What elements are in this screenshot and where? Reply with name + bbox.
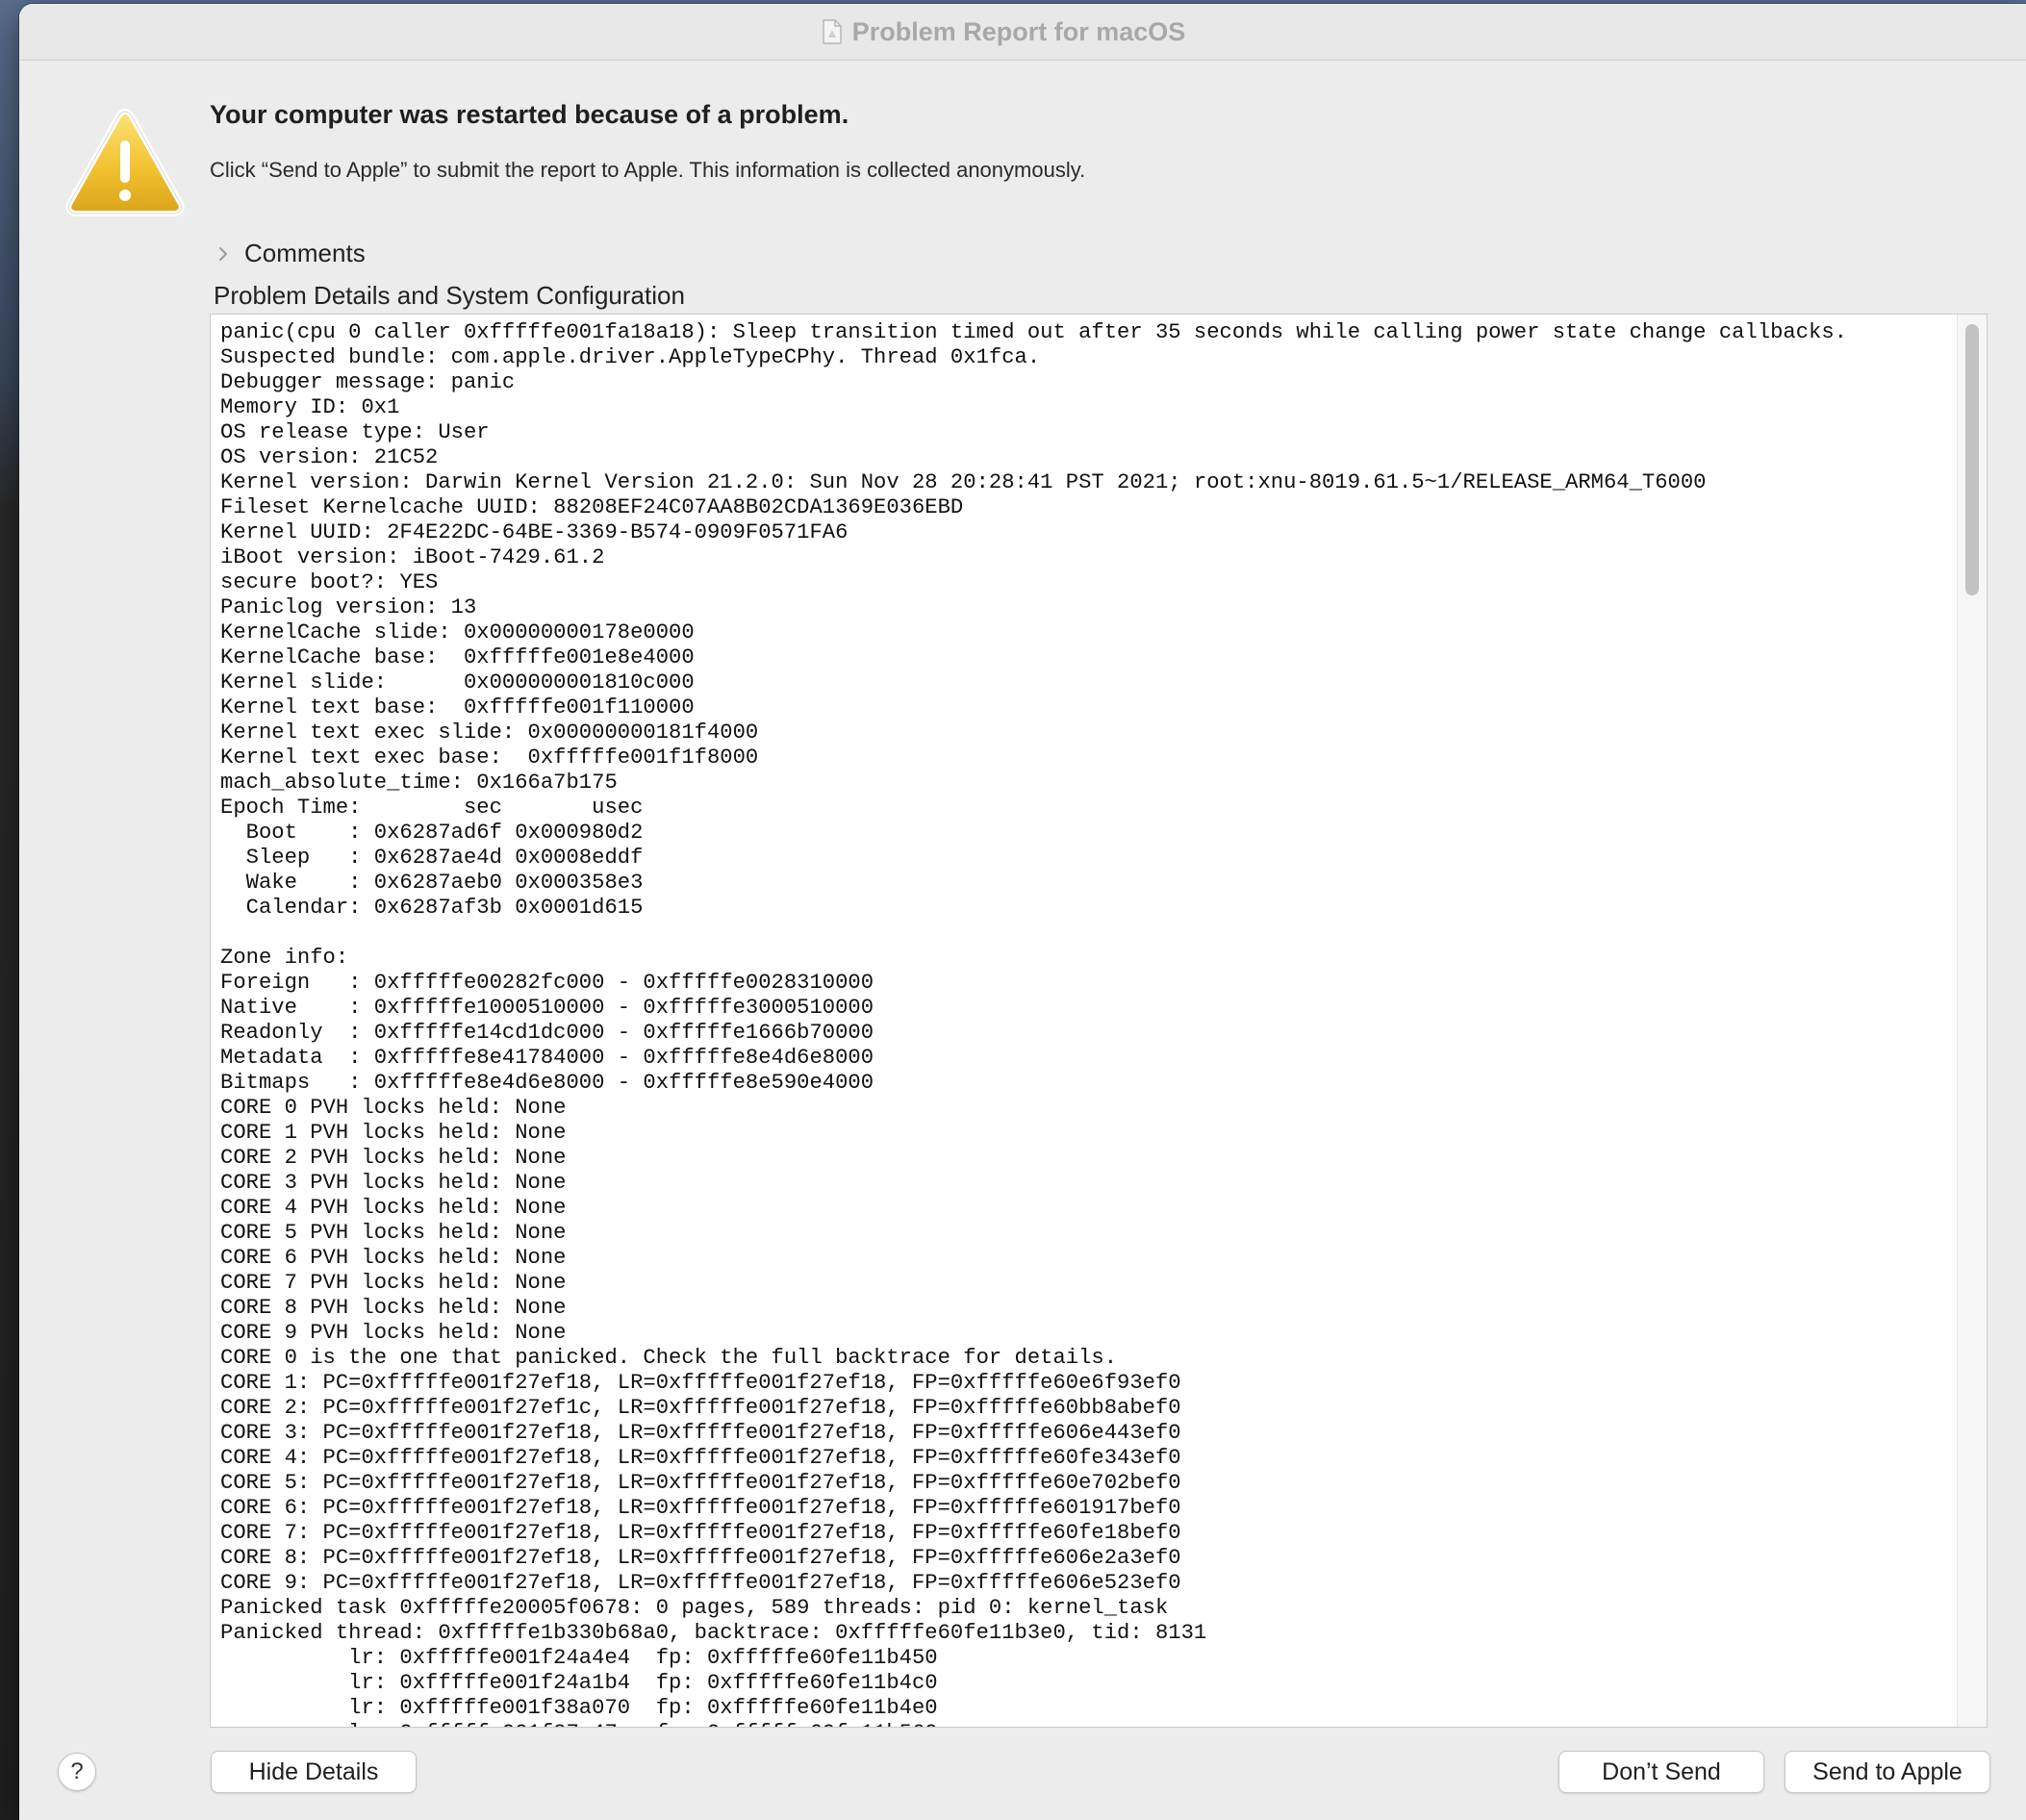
log-line: OS release type: User — [220, 420, 490, 444]
dont-send-button[interactable]: Don’t Send — [1558, 1751, 1764, 1793]
help-button[interactable]: ? — [58, 1753, 96, 1791]
log-line: CORE 6: PC=0xfffffe001f27ef18, LR=0xffff… — [220, 1496, 1181, 1520]
title-bar[interactable]: Problem Report for macOS — [19, 4, 2026, 61]
log-line: Paniclog version: 13 — [220, 595, 477, 619]
scrollbar-thumb[interactable] — [1965, 324, 1979, 595]
log-line: CORE 0 PVH locks held: None — [220, 1096, 567, 1120]
warning-triangle-icon — [58, 100, 192, 225]
log-line: CORE 4: PC=0xfffffe001f27ef18, LR=0xffff… — [220, 1446, 1181, 1470]
log-line: Kernel text base: 0xfffffe001f110000 — [220, 695, 695, 720]
log-line: CORE 1: PC=0xfffffe001f27ef18, LR=0xffff… — [220, 1371, 1181, 1395]
title-group: Problem Report for macOS — [822, 16, 1186, 47]
log-line: secure boot?: YES — [220, 570, 439, 594]
log-line: Boot : 0x6287ad6f 0x000980d2 — [220, 821, 644, 845]
log-line: CORE 4 PVH locks held: None — [220, 1196, 567, 1220]
log-line: Memory ID: 0x1 — [220, 395, 400, 419]
document-icon — [822, 19, 843, 44]
hide-details-button[interactable]: Hide Details — [211, 1751, 417, 1793]
vertical-scrollbar[interactable] — [1957, 315, 1987, 1727]
log-line: Kernel version: Darwin Kernel Version 21… — [220, 470, 1707, 494]
log-line: iBoot version: iBoot-7429.61.2 — [220, 545, 605, 569]
log-line: Panicked task 0xfffffe20005f0678: 0 page… — [220, 1596, 1169, 1620]
log-line: Calendar: 0x6287af3b 0x0001d615 — [220, 896, 644, 920]
log-line: Wake : 0x6287aeb0 0x000358e3 — [220, 871, 644, 895]
log-line: CORE 7 PVH locks held: None — [220, 1271, 567, 1295]
log-line: lr: 0xfffffe001f24a1b4 fp: 0xfffffe60fe1… — [220, 1671, 938, 1695]
send-to-apple-button[interactable]: Send to Apple — [1785, 1751, 1990, 1793]
log-line: Kernel text exec base: 0xfffffe001f1f800… — [220, 746, 759, 770]
log-line: panic(cpu 0 caller 0xfffffe001fa18a18): … — [220, 320, 1847, 344]
log-line: CORE 3 PVH locks held: None — [220, 1171, 567, 1195]
log-line: Sleep : 0x6287ae4d 0x0008eddf — [220, 846, 644, 870]
log-line: mach_absolute_time: 0x166a7b175 — [220, 771, 618, 795]
log-line: Foreign : 0xfffffe00282fc000 - 0xfffffe0… — [220, 971, 874, 995]
log-line: Readonly : 0xfffffe14cd1dc000 - 0xfffffe… — [220, 1021, 874, 1045]
log-line: OS version: 21C52 — [220, 445, 439, 469]
details-section-label: Problem Details and System Configuration — [214, 281, 685, 310]
window-title: Problem Report for macOS — [851, 16, 1186, 46]
problem-report-window: Problem Report for macOS Your computer w… — [19, 4, 2026, 1820]
log-line: Metadata : 0xfffffe8e41784000 - 0xfffffe… — [220, 1046, 874, 1070]
log-line: CORE 9 PVH locks held: None — [220, 1321, 567, 1345]
log-line: lr: 0xfffffe001f38a070 fp: 0xfffffe60fe1… — [220, 1696, 938, 1720]
problem-details-textview[interactable]: panic(cpu 0 caller 0xfffffe001fa18a18): … — [210, 314, 1988, 1728]
log-line: Kernel slide: 0x000000001810c000 — [220, 670, 695, 695]
log-line: Fileset Kernelcache UUID: 88208EF24C07AA… — [220, 495, 964, 519]
comments-disclosure[interactable]: Comments — [215, 239, 366, 268]
log-line: Epoch Time: sec usec — [220, 796, 644, 820]
log-line: CORE 5: PC=0xfffffe001f27ef18, LR=0xffff… — [220, 1471, 1181, 1495]
log-line: KernelCache base: 0xfffffe001e8e4000 — [220, 645, 695, 670]
log-line: CORE 6 PVH locks held: None — [220, 1246, 567, 1270]
log-line: CORE 8: PC=0xfffffe001f27ef18, LR=0xffff… — [220, 1546, 1181, 1570]
log-line: Kernel UUID: 2F4E22DC-64BE-3369-B574-090… — [220, 520, 848, 544]
log-line: Kernel text exec slide: 0x00000000181f40… — [220, 720, 759, 745]
log-line: CORE 0 is the one that panicked. Check t… — [220, 1346, 1118, 1370]
log-line: Bitmaps : 0xfffffe8e4d6e8000 - 0xfffffe8… — [220, 1071, 874, 1095]
problem-details-log[interactable]: panic(cpu 0 caller 0xfffffe001fa18a18): … — [220, 320, 1954, 1727]
log-line: Zone info: — [220, 946, 349, 970]
log-line: Debugger message: panic — [220, 370, 516, 394]
log-line: CORE 2 PVH locks held: None — [220, 1146, 567, 1170]
log-line: CORE 7: PC=0xfffffe001f27ef18, LR=0xffff… — [220, 1521, 1181, 1545]
alert-message: Click “Send to Apple” to submit the repo… — [210, 158, 1086, 182]
comments-label[interactable]: Comments — [244, 239, 366, 268]
log-line: Suspected bundle: com.apple.driver.Apple… — [220, 345, 1041, 369]
log-line: CORE 8 PVH locks held: None — [220, 1296, 567, 1320]
log-line: Native : 0xfffffe1000510000 - 0xfffffe30… — [220, 996, 874, 1020]
log-line: Panicked thread: 0xfffffe1b330b68a0, bac… — [220, 1621, 1207, 1645]
log-line: lr: 0xfffffe001f24a4e4 fp: 0xfffffe60fe1… — [220, 1646, 938, 1670]
log-line: CORE 1 PVH locks held: None — [220, 1121, 567, 1145]
log-line: lr: 0xfffffe001f37a47c fp: 0xfffffe60fe1… — [220, 1721, 1954, 1727]
log-line: CORE 2: PC=0xfffffe001f27ef1c, LR=0xffff… — [220, 1396, 1181, 1420]
log-line: CORE 9: PC=0xfffffe001f27ef18, LR=0xffff… — [220, 1571, 1181, 1595]
chevron-right-icon[interactable] — [215, 243, 231, 265]
log-line: CORE 5 PVH locks held: None — [220, 1221, 567, 1245]
log-line: KernelCache slide: 0x00000000178e0000 — [220, 620, 695, 645]
log-line: CORE 3: PC=0xfffffe001f27ef18, LR=0xffff… — [220, 1421, 1181, 1445]
alert-headline: Your computer was restarted because of a… — [210, 100, 849, 129]
